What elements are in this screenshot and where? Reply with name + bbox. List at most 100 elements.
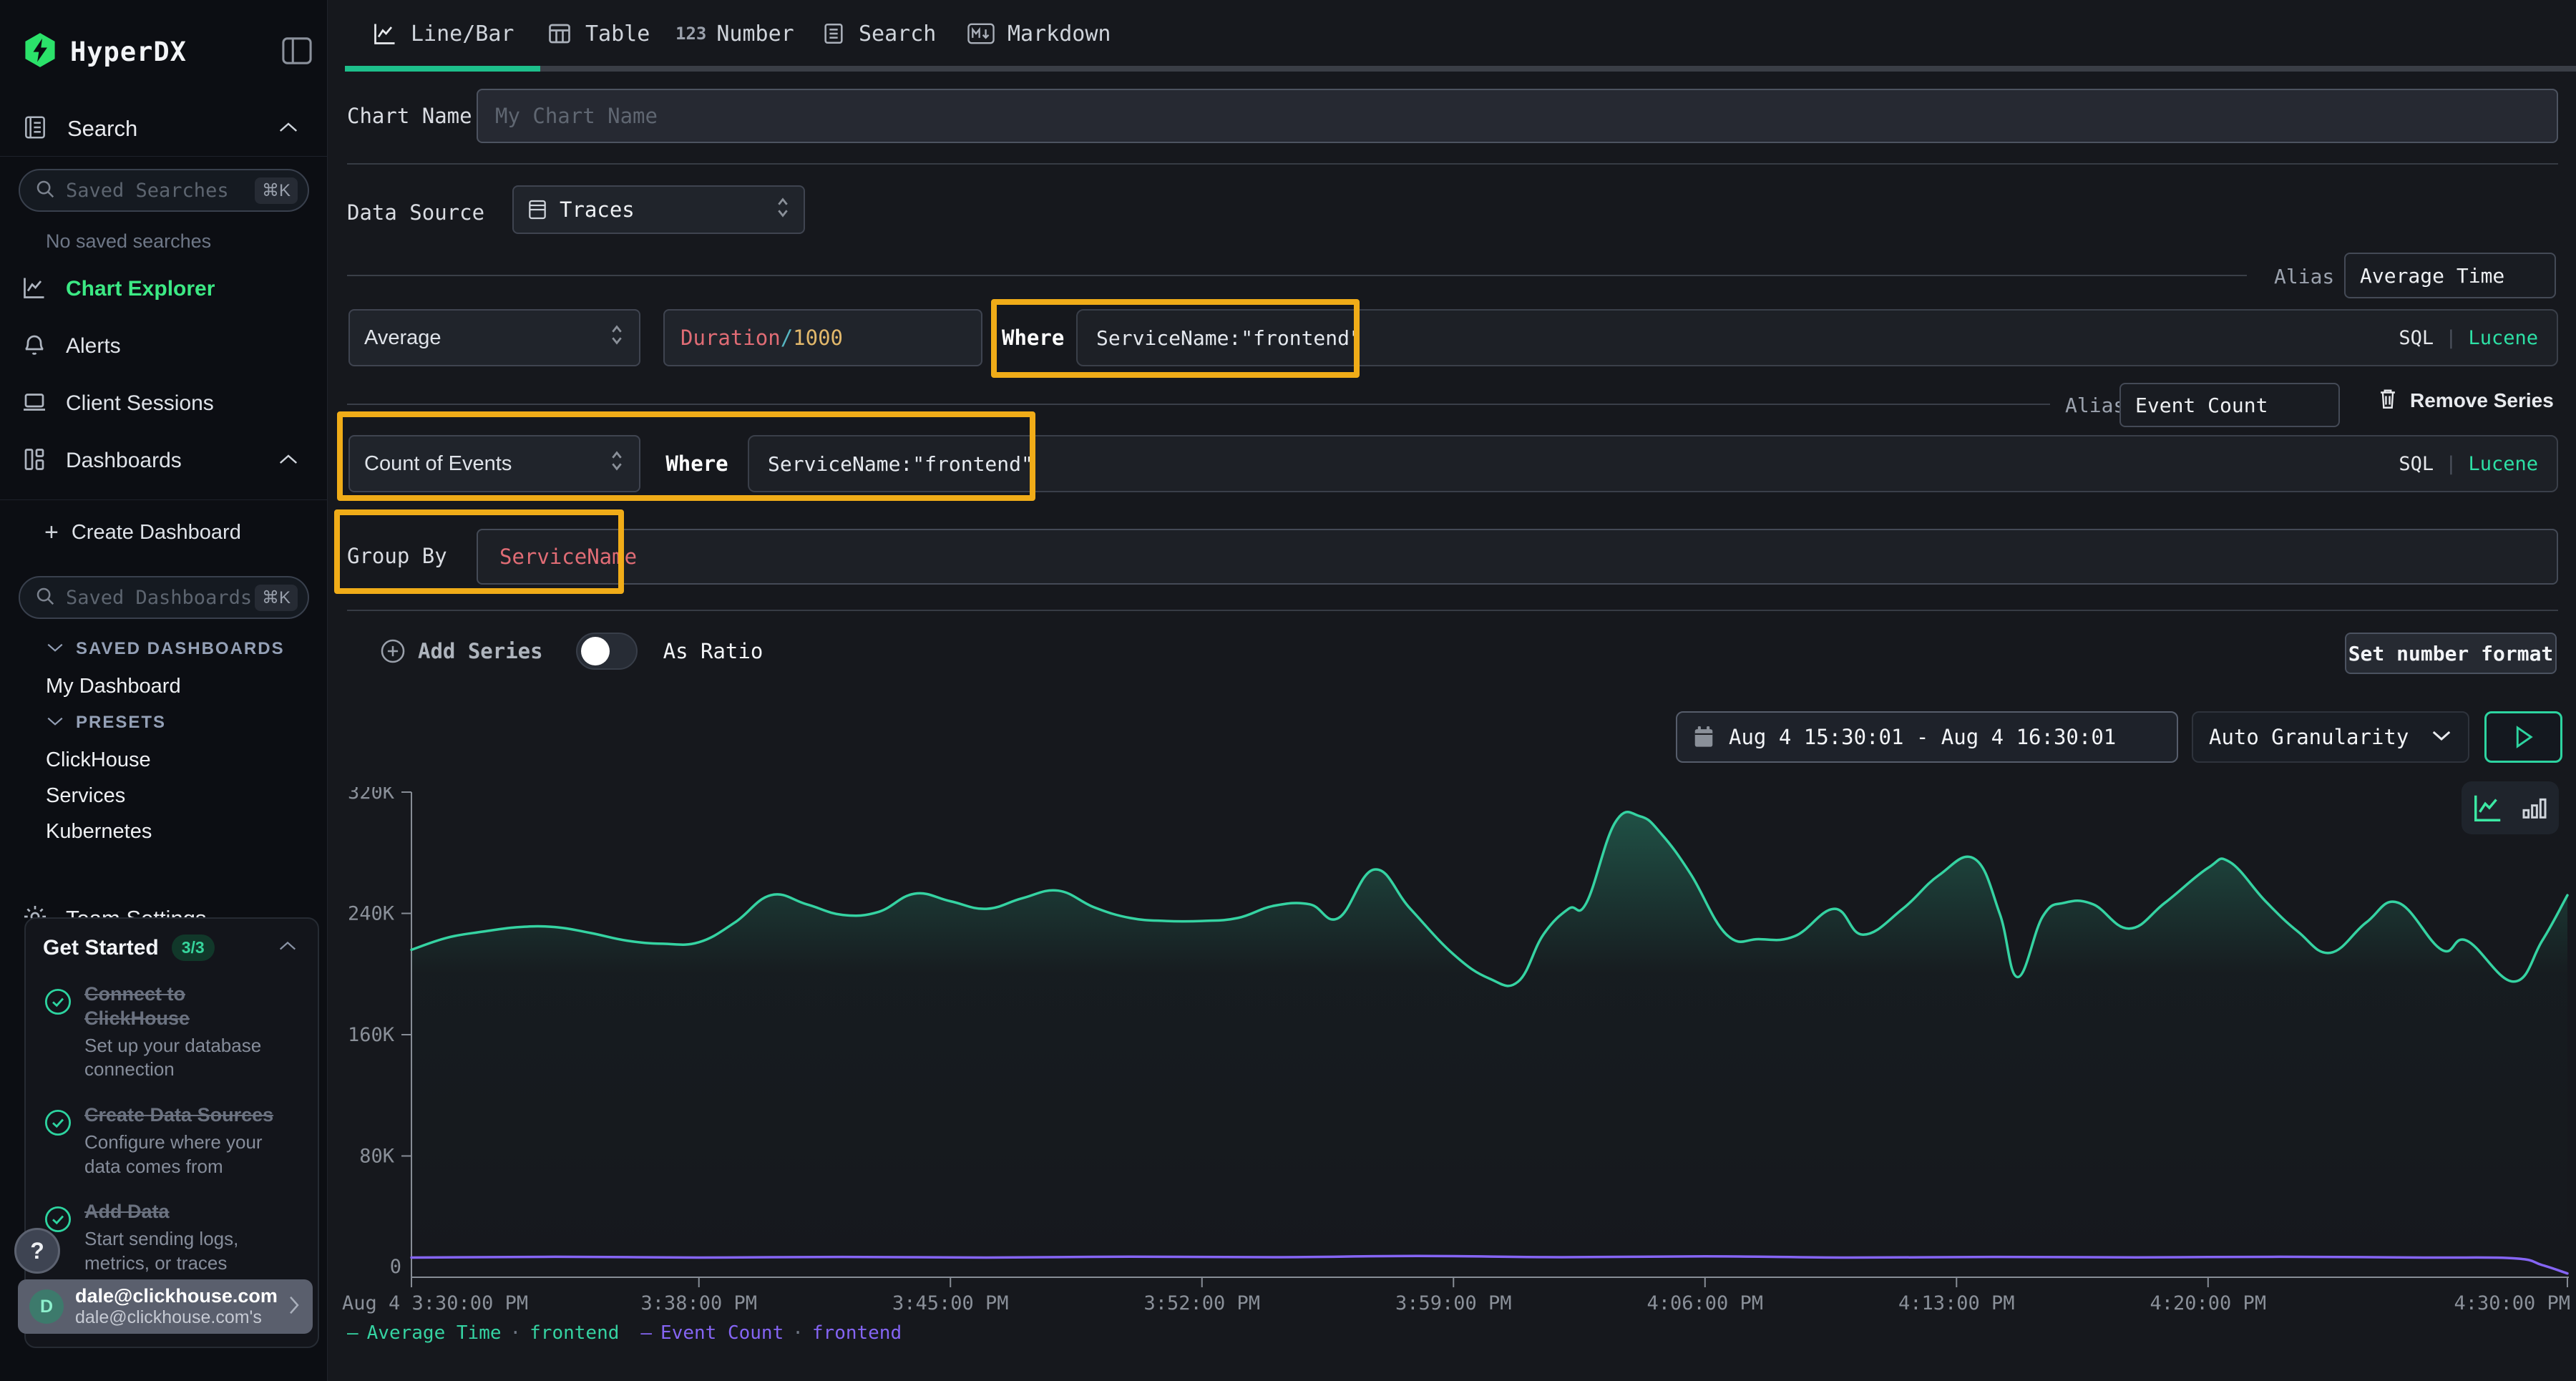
get-started-progress-badge: 3/3: [172, 935, 215, 961]
where-input[interactable]: ServiceName:"frontend" SQL | Lucene: [1076, 309, 2558, 366]
sidebar-item-label: Dashboards: [66, 449, 182, 473]
user-email: dale@clickhouse.com: [75, 1285, 278, 1307]
where-value: ServiceName:"frontend": [1096, 326, 1362, 350]
tab-search[interactable]: Search: [821, 0, 936, 67]
sidebar-item-alerts[interactable]: Alerts: [21, 326, 308, 367]
sidebar-item-chart-explorer[interactable]: Chart Explorer: [21, 268, 308, 310]
tab-label: Search: [859, 21, 936, 47]
chart-name-input[interactable]: My Chart Name: [477, 89, 2558, 143]
chevron-up-icon[interactable]: [278, 121, 299, 137]
lucene-mode-button[interactable]: Lucene: [2468, 453, 2538, 475]
section-saved-dashboards[interactable]: SAVED DASHBOARDS: [46, 639, 285, 659]
timeseries-chart[interactable]: 080K160K240K320KAug 4 3:30:00 PM3:38:00 …: [328, 787, 2576, 1317]
granularity-select[interactable]: Auto Granularity: [2192, 711, 2469, 763]
get-started-item-title: Add Data: [84, 1200, 263, 1224]
get-started-item-title: Connect to ClickHouse: [84, 982, 263, 1031]
svg-text:Aug 4 3:30:00 PM: Aug 4 3:30:00 PM: [342, 1292, 528, 1314]
tab-line-bar[interactable]: Line/Bar: [372, 0, 514, 67]
tab-table[interactable]: Table: [547, 0, 650, 67]
get-started-title: Get Started: [43, 936, 159, 960]
sidebar: HyperDX Search Saved Searches ⌘K No save…: [0, 0, 328, 1381]
get-started-item[interactable]: Add Data Start sending logs, metrics, or…: [43, 1200, 301, 1275]
lucene-mode-button[interactable]: Lucene: [2468, 327, 2538, 349]
saved-dashboards-input[interactable]: Saved Dashboards ⌘K: [19, 576, 309, 619]
get-started-header[interactable]: Get Started 3/3: [43, 935, 301, 961]
data-source-select[interactable]: Traces: [512, 185, 805, 234]
get-started-item-title: Create Data Sources: [84, 1103, 321, 1128]
play-icon: [2514, 726, 2534, 748]
field-expression-input[interactable]: Duration/1000: [663, 309, 982, 366]
divider: [347, 610, 2558, 611]
sidebar-divider: [0, 499, 328, 500]
legend-series-label[interactable]: Event Count: [660, 1322, 784, 1344]
sidebar-item-label: Chart Explorer: [66, 277, 215, 301]
chart-name-placeholder: My Chart Name: [495, 104, 658, 128]
sidebar-item-dashboards[interactable]: Dashboards: [21, 440, 308, 482]
create-dashboard-button[interactable]: + Create Dashboard: [44, 519, 241, 547]
get-started-item[interactable]: Connect to ClickHouse Set up your databa…: [43, 982, 301, 1082]
chevron-up-icon[interactable]: [278, 453, 299, 469]
get-started-item[interactable]: Create Data Sources Configure where your…: [43, 1103, 301, 1179]
sidebar-section-search[interactable]: Search: [21, 109, 308, 149]
plus-circle-icon[interactable]: [379, 638, 406, 665]
database-icon: [527, 198, 548, 221]
active-tab-underline: [345, 66, 540, 72]
group-by-label: Group By: [347, 544, 447, 568]
alias-input[interactable]: Average Time: [2344, 253, 2556, 298]
date-range-input[interactable]: Aug 4 15:30:01 - Aug 4 16:30:01: [1676, 711, 2178, 763]
select-updown-icon: [609, 449, 625, 479]
sidebar-item-label: Client Sessions: [66, 391, 214, 416]
sidebar-item-label: Alerts: [66, 334, 121, 358]
section-title: PRESETS: [76, 713, 166, 733]
legend-group-label: frontend: [812, 1322, 902, 1344]
hyperdx-logo-icon: [21, 30, 59, 74]
svg-text:80K: 80K: [359, 1146, 395, 1168]
sidebar-item-clickhouse[interactable]: ClickHouse: [46, 748, 151, 772]
saved-dashboards-placeholder: Saved Dashboards: [66, 587, 252, 609]
svg-text:4:30:00 PM: 4:30:00 PM: [2454, 1292, 2570, 1314]
group-by-input[interactable]: ServiceName: [477, 529, 2558, 585]
divider: [347, 163, 2558, 165]
user-menu[interactable]: D dale@clickhouse.com dale@clickhouse.co…: [18, 1279, 313, 1334]
sidebar-item-services[interactable]: Services: [46, 784, 125, 808]
number-123-icon: 123: [675, 24, 706, 44]
section-presets[interactable]: PRESETS: [46, 713, 166, 733]
tab-number[interactable]: 123 Number: [675, 0, 794, 67]
tab-underline-track: [540, 66, 2576, 72]
svg-text:3:38:00 PM: 3:38:00 PM: [640, 1292, 757, 1314]
sql-mode-button[interactable]: SQL: [2399, 453, 2434, 475]
sidebar-item-kubernetes[interactable]: Kubernetes: [46, 820, 152, 844]
field-token: Duration: [680, 326, 781, 350]
sidebar-collapse-icon[interactable]: [280, 36, 313, 66]
help-button[interactable]: ?: [14, 1228, 60, 1274]
add-series-button[interactable]: Add Series: [418, 639, 543, 663]
saved-searches-input[interactable]: Saved Searches ⌘K: [19, 169, 309, 212]
calendar-icon: [1693, 725, 1714, 749]
aggregation-select[interactable]: Count of Events: [348, 435, 640, 492]
aggregation-select[interactable]: Average: [348, 309, 640, 366]
svg-text:320K: 320K: [348, 787, 395, 804]
tab-markdown[interactable]: Markdown: [967, 0, 1111, 67]
set-number-format-button[interactable]: Set number format: [2345, 633, 2557, 674]
sidebar-item-client-sessions[interactable]: Client Sessions: [21, 383, 308, 424]
line-chart-icon: [372, 21, 398, 47]
saved-searches-placeholder: Saved Searches: [66, 180, 229, 202]
run-query-button[interactable]: [2484, 711, 2562, 763]
chevron-down-icon: [46, 642, 64, 657]
sidebar-item-my-dashboard[interactable]: My Dashboard: [46, 675, 181, 698]
chevron-up-icon[interactable]: [278, 940, 298, 955]
svg-text:160K: 160K: [348, 1024, 395, 1046]
as-ratio-toggle[interactable]: [576, 633, 638, 670]
avatar: D: [29, 1289, 64, 1324]
sql-mode-button[interactable]: SQL: [2399, 327, 2434, 349]
shortcut-badge: ⌘K: [255, 585, 298, 611]
where-input[interactable]: ServiceName:"frontend" SQL | Lucene: [748, 435, 2558, 492]
app-root: HyperDX Search Saved Searches ⌘K No save…: [0, 0, 2576, 1381]
journal-icon: [21, 114, 49, 145]
search-icon: [34, 585, 56, 610]
legend-series-label[interactable]: Average Time: [367, 1322, 502, 1344]
alias-input[interactable]: Event Count: [2119, 383, 2340, 427]
remove-series-button[interactable]: Remove Series: [2377, 386, 2554, 414]
mode-separator: |: [2445, 453, 2457, 475]
svg-text:4:13:00 PM: 4:13:00 PM: [1898, 1292, 2015, 1314]
